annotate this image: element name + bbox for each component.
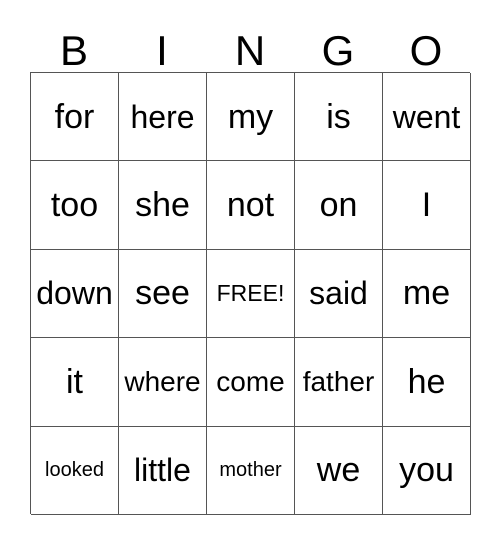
bingo-cell-r3c4[interactable]: said [295, 249, 383, 339]
bingo-cell-r2c3[interactable]: not [207, 161, 295, 250]
bingo-header-cell-4: O [382, 20, 470, 72]
bingo-cell-label: you [399, 451, 454, 490]
bingo-cell-label: looked [45, 459, 104, 482]
bingo-grid: for here my is went too she not on I dow… [30, 72, 471, 515]
bingo-cell-r2c4[interactable]: on [295, 161, 383, 250]
bingo-header: B I N G O [30, 20, 470, 72]
bingo-cell-r2c5[interactable]: I [383, 161, 471, 250]
bingo-cell-r4c3[interactable]: come [207, 338, 295, 427]
bingo-cell-r1c1[interactable]: for [31, 73, 119, 162]
bingo-cell-r5c3[interactable]: mother [207, 426, 295, 515]
bingo-cell-label: he [407, 362, 446, 401]
bingo-cell-label: me [402, 274, 451, 313]
bingo-cell-r1c3[interactable]: my [207, 73, 295, 162]
bingo-header-letter-i: I [156, 27, 168, 74]
bingo-cell-label: it [66, 362, 83, 401]
bingo-header-cell-2: N [206, 20, 294, 72]
bingo-cell-r4c2[interactable]: where [119, 338, 207, 427]
bingo-cell-label: father [302, 365, 375, 397]
bingo-header-cell-1: I [118, 20, 206, 72]
bingo-cell-r3c2[interactable]: see [119, 249, 207, 339]
bingo-cell-label: went [392, 98, 461, 135]
bingo-cell-r5c4[interactable]: we [295, 426, 383, 515]
bingo-cell-label: too [50, 186, 99, 225]
bingo-header-letter-n: N [234, 27, 266, 74]
bingo-cell-free-space[interactable]: FREE! [207, 249, 295, 339]
bingo-cell-r1c4[interactable]: is [295, 73, 383, 162]
bingo-cell-label: said [309, 275, 368, 312]
bingo-cell-label: she [135, 186, 190, 225]
bingo-cell-label: here [130, 98, 195, 135]
bingo-cell-label: mother [219, 459, 282, 482]
bingo-cell-r5c2[interactable]: little [119, 426, 207, 515]
bingo-cell-r3c1[interactable]: down [31, 249, 119, 339]
bingo-cell-r1c5[interactable]: went [383, 73, 471, 162]
bingo-cell-r4c5[interactable]: he [383, 338, 471, 427]
bingo-cell-r3c5[interactable]: me [383, 249, 471, 339]
bingo-cell-r4c4[interactable]: father [295, 338, 383, 427]
bingo-cell-label: my [227, 97, 274, 136]
bingo-card: B I N G O for here my is went too she no… [0, 0, 500, 544]
bingo-cell-label: not [226, 186, 275, 225]
bingo-header-cell-3: G [294, 20, 382, 72]
bingo-cell-label: for [54, 97, 95, 136]
bingo-cell-label: on [319, 186, 358, 225]
bingo-cell-label: see [135, 274, 190, 313]
bingo-cell-label: come [216, 365, 285, 397]
bingo-header-cell-0: B [30, 20, 118, 72]
bingo-header-letter-o: O [409, 27, 443, 74]
bingo-free-space-label: FREE! [216, 279, 285, 306]
bingo-header-letter-b: B [59, 27, 88, 74]
bingo-cell-r5c1[interactable]: looked [31, 426, 119, 515]
bingo-cell-label: I [421, 186, 432, 225]
bingo-cell-r4c1[interactable]: it [31, 338, 119, 427]
bingo-cell-label: where [124, 365, 201, 397]
bingo-cell-r2c1[interactable]: too [31, 161, 119, 250]
bingo-cell-r5c5[interactable]: you [383, 426, 471, 515]
bingo-cell-label: we [316, 451, 361, 490]
bingo-cell-label: down [36, 275, 113, 312]
bingo-cell-r1c2[interactable]: here [119, 73, 207, 162]
bingo-cell-r2c2[interactable]: she [119, 161, 207, 250]
bingo-cell-label: little [134, 452, 191, 489]
bingo-header-letter-g: G [321, 27, 355, 74]
bingo-cell-label: is [326, 97, 351, 136]
